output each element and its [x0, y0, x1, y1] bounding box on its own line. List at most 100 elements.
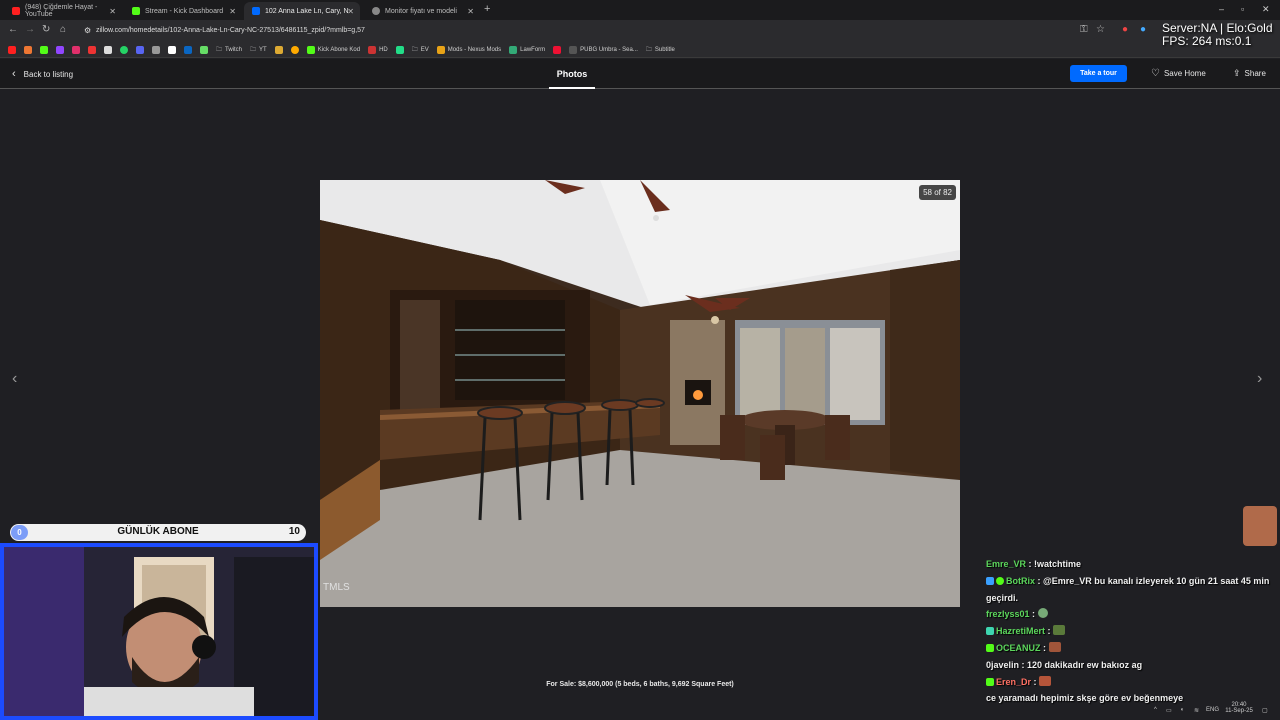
tab-monitor[interactable]: Monitor fiyatı ve modeli ✕ — [364, 2, 480, 20]
bookmark-yt[interactable]: 🗀 YT — [250, 45, 267, 55]
key-icon[interactable]: ⚿ — [1080, 24, 1088, 35]
bookmark-kick-abone[interactable]: Kick Abone Kod — [306, 45, 360, 54]
discord-icon[interactable] — [136, 45, 144, 54]
chat-username[interactable]: BotRix — [1006, 576, 1035, 586]
linkedin-icon[interactable] — [184, 45, 192, 54]
close-icon[interactable]: ✕ — [347, 7, 354, 16]
notification-icon[interactable]: ▢ — [1262, 707, 1268, 714]
chat-message: 0javelin : 120 dakikadır ew bakıoz ag — [986, 657, 1280, 674]
bookmark-icon[interactable] — [200, 45, 208, 54]
photo-viewer-header: ‹ Back to listing Photos Take a tour ♡ S… — [0, 59, 1280, 89]
clock-date: 11-Sep-25 — [1225, 708, 1253, 714]
minimize-icon[interactable]: – — [1219, 4, 1224, 14]
tray-chevron-icon[interactable]: ^ — [1154, 707, 1157, 713]
extension-icon[interactable]: ● — [1122, 24, 1128, 35]
nexus-icon — [436, 45, 445, 54]
bookmark-icon[interactable] — [395, 45, 404, 54]
bookmark-lawform[interactable]: LawForm — [509, 45, 545, 54]
heart-icon: ♡ — [1151, 68, 1160, 79]
star-icon[interactable]: ☆ — [1096, 24, 1105, 35]
share-button[interactable]: ⇪ Share — [1233, 68, 1266, 79]
window-close-icon[interactable]: ✕ — [1262, 4, 1270, 15]
take-a-tour-button[interactable]: Take a tour — [1070, 65, 1127, 82]
save-home-button[interactable]: ♡ Save Home — [1151, 68, 1206, 79]
whatsapp-icon[interactable] — [120, 45, 128, 54]
url-field[interactable]: ⚙ zillow.com/homedetails/102-Anna-Lake-L… — [80, 23, 1100, 39]
back-to-listing-link[interactable]: ‹ Back to listing — [12, 68, 73, 80]
chat-username[interactable]: Eren_Dr — [996, 677, 1031, 687]
x-icon[interactable] — [104, 45, 112, 54]
bot-badge-icon — [986, 576, 994, 585]
chat-username[interactable]: Emre_VR — [986, 559, 1026, 569]
kick-icon[interactable] — [40, 45, 48, 54]
bookmark-icon[interactable] — [553, 45, 562, 54]
chat-username[interactable]: 0javelin — [986, 660, 1019, 670]
daily-subscriber-goal-bar: 0 GÜNLÜK ABONE 10 — [10, 524, 306, 541]
next-photo-arrow[interactable]: › — [1257, 370, 1262, 388]
bookmark-label: Twitch — [225, 46, 243, 53]
volume-icon[interactable]: ◖ — [1180, 707, 1184, 713]
maximize-icon[interactable]: ▫ — [1241, 4, 1244, 14]
globe-icon — [372, 7, 380, 15]
bookmark-pubg[interactable]: PUBG Umbra - Sea... — [569, 45, 638, 54]
reload-icon[interactable]: ↻ — [42, 24, 50, 35]
chat-username[interactable]: frezlyss01 — [986, 609, 1030, 619]
emote-icon — [1039, 675, 1052, 686]
wifi-icon[interactable]: ≋ — [1194, 707, 1199, 714]
room-photo-illustration — [320, 180, 960, 607]
chat-username[interactable]: OCEANUZ — [996, 643, 1041, 653]
bookmark-ev[interactable]: 🗀 EV — [412, 45, 429, 55]
previous-photo-arrow[interactable]: ‹ — [12, 370, 17, 388]
twitch-icon[interactable] — [56, 45, 64, 54]
kick-icon — [306, 45, 315, 54]
clock[interactable]: 20:40 11-Sep-25 — [1224, 702, 1254, 714]
tab-youtube[interactable]: (948) Çiğdemle Hayat - YouTube ✕ — [4, 2, 122, 20]
new-tab-button[interactable]: + — [484, 3, 490, 15]
bookmark-icon[interactable] — [152, 45, 160, 54]
chat-message: BotRix : @Emre_VR bu kanalı izleyerek 10… — [986, 573, 1280, 607]
game-stats-overlay: Server:NA | Elo:Gold FPS: 264 ms:0.1 — [1162, 22, 1273, 48]
site-info-icon[interactable]: ⚙ — [84, 23, 91, 39]
photo-counter: 58 of 82 — [919, 185, 956, 200]
back-arrow-icon[interactable]: ← — [8, 24, 18, 35]
tab-zillow[interactable]: 102 Anna Lake Ln, Cary, NC 27513 ✕ — [244, 2, 360, 20]
zillow-icon — [252, 7, 260, 15]
url-text: zillow.com/homedetails/102-Anna-Lake-Ln-… — [96, 27, 365, 34]
bookmark-nexus[interactable]: Mods - Nexus Mods — [436, 45, 501, 54]
system-tray: ^ ▭ ◖ ≋ ENG 20:40 11-Sep-25 ▢ — [1150, 702, 1280, 720]
folder-icon: 🗀 — [411, 46, 418, 53]
instagram-icon[interactable] — [72, 45, 80, 54]
tab-kick-dashboard[interactable]: Stream - Kick Dashboard ✕ — [124, 2, 242, 20]
bookmark-twitch[interactable]: 🗀 Twitch — [216, 45, 242, 55]
subscriber-badge-icon — [986, 643, 994, 652]
save-home-label: Save Home — [1163, 69, 1206, 78]
bookmark-subtitle[interactable]: 🗀 Subtitle — [646, 45, 675, 55]
chat-message: Eren_Dr : — [986, 674, 1280, 691]
tab-label: Monitor fiyatı ve modeli — [385, 7, 457, 15]
close-icon[interactable]: ✕ — [229, 7, 236, 16]
bookmark-icon[interactable] — [168, 45, 176, 54]
extension-icon-2[interactable]: ● — [1140, 24, 1146, 35]
language-indicator[interactable]: ENG — [1206, 707, 1219, 713]
close-icon[interactable]: ✕ — [109, 7, 116, 16]
bookmark-icon[interactable] — [24, 45, 32, 54]
close-icon[interactable]: ✕ — [467, 7, 474, 16]
network-icon[interactable]: ▭ — [1166, 707, 1172, 714]
bookmark-icon[interactable] — [290, 45, 299, 54]
folder-icon: 🗀 — [216, 46, 223, 53]
fps-text: FPS: 264 ms:0.1 — [1162, 34, 1252, 48]
listing-photo[interactable]: 58 of 82 TMLS — [320, 180, 960, 607]
bookmark-hd[interactable]: HD — [368, 45, 388, 54]
subscriber-badge-icon — [986, 677, 994, 686]
youtube-icon[interactable] — [8, 45, 16, 54]
bookmark-label: HD — [379, 46, 388, 53]
tab-photos[interactable]: Photos — [549, 59, 595, 89]
bookmark-icon — [509, 45, 518, 54]
home-icon[interactable]: ⌂ — [60, 24, 66, 35]
bookmark-icon[interactable] — [274, 45, 283, 54]
chat-message: OCEANUZ : — [986, 640, 1280, 657]
chat-username[interactable]: HazretiMert — [996, 626, 1045, 636]
forward-arrow-icon[interactable]: → — [25, 24, 35, 35]
tumblr-icon[interactable] — [88, 45, 96, 54]
bookmark-label: Subtitle — [654, 46, 675, 53]
